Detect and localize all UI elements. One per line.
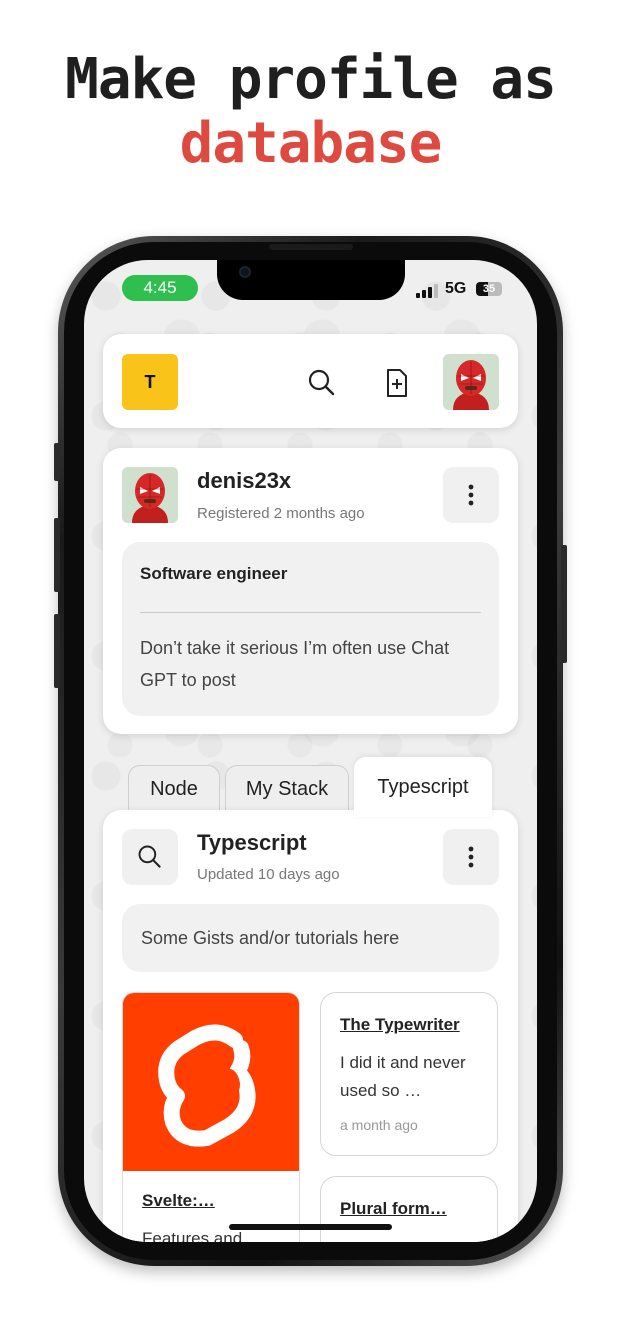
profile-avatar — [122, 467, 178, 523]
headline: Make profile as database — [0, 48, 621, 176]
gist-card-plural[interactable]: Plural form… — [320, 1176, 498, 1242]
tab-node[interactable]: Node — [128, 765, 220, 813]
category-more-button[interactable] — [443, 829, 499, 885]
new-file-icon[interactable] — [383, 367, 411, 399]
app-logo[interactable]: T — [122, 354, 178, 410]
headline-line-1: Make profile as — [65, 47, 557, 112]
svelte-logo-icon — [123, 993, 299, 1171]
bio-title: Software engineer — [140, 564, 288, 583]
search-icon[interactable] — [306, 367, 338, 399]
category-title: Typescript — [197, 830, 307, 855]
volume-down-button — [54, 614, 60, 688]
front-camera — [239, 266, 251, 278]
profile-username: denis23x — [197, 468, 292, 493]
category-updated: Updated 10 days ago — [197, 866, 340, 883]
gist-card-typewriter[interactable]: The Typewriter I did it and never used s… — [320, 992, 498, 1156]
tab-typescript[interactable]: Typescript — [354, 757, 492, 817]
signal-icon — [416, 284, 438, 298]
status-time: 4:45 — [122, 275, 198, 301]
profile-registered: Registered 2 months ago — [197, 505, 365, 522]
earpiece-speaker — [269, 244, 353, 250]
gist-time: a month ago — [340, 1117, 418, 1133]
battery-icon: 35 — [476, 282, 502, 296]
user-avatar[interactable] — [443, 354, 499, 410]
bio-divider — [140, 612, 481, 613]
gist-card-svelte[interactable]: Svelte:… Features and — [122, 992, 300, 1242]
network-type: 5G — [445, 280, 467, 297]
more-vertical-icon — [468, 484, 474, 506]
bio-box: Software engineer Don’t take it serious … — [122, 542, 499, 716]
gist-title[interactable]: Plural form… — [340, 1199, 485, 1219]
bio-text: Don’t take it serious I’m often use Chat… — [140, 638, 450, 690]
headline-line-2: database — [179, 111, 443, 176]
profile-more-button[interactable] — [443, 467, 499, 523]
search-icon — [138, 845, 161, 868]
gist-title[interactable]: The Typewriter — [340, 1015, 485, 1035]
category-search-button[interactable] — [122, 829, 178, 885]
gist-title[interactable]: Svelte:… — [142, 1191, 292, 1211]
mute-switch — [54, 443, 60, 481]
notch — [217, 260, 405, 300]
more-vertical-icon — [468, 846, 474, 868]
category-description: Some Gists and/or tutorials here — [122, 904, 499, 972]
battery-level: 35 — [482, 283, 496, 295]
home-indicator[interactable] — [229, 1224, 392, 1230]
power-button — [561, 545, 567, 663]
tab-my-stack[interactable]: My Stack — [225, 765, 349, 813]
gist-body: I did it and never used so … — [340, 1053, 466, 1100]
phone-screen: 4:45 5G 35 T denis23x Registered 2 month… — [84, 260, 537, 1242]
volume-up-button — [54, 518, 60, 592]
